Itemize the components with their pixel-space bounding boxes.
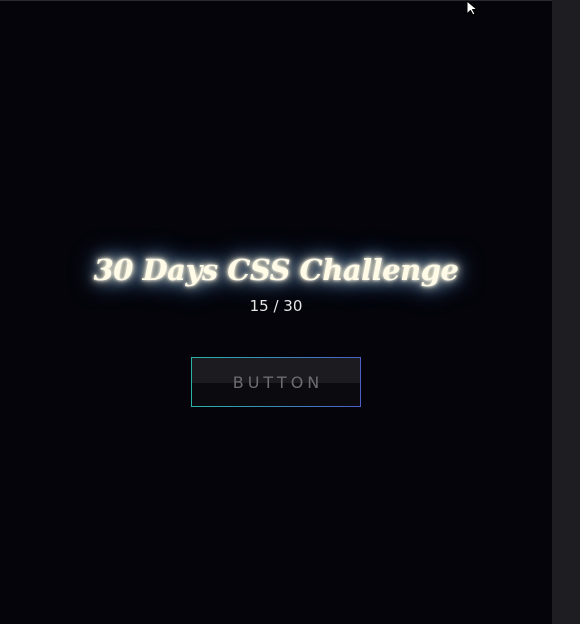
demo-button-label: BUTTON: [232, 372, 324, 392]
preview-viewport: 30 Days CSS Challenge 15 / 30 BUTTON: [0, 0, 552, 624]
scrollbar-gutter[interactable]: [552, 0, 580, 624]
demo-button[interactable]: BUTTON: [191, 357, 361, 407]
mouse-pointer-icon: [466, 0, 478, 16]
challenge-progress: 15 / 30: [249, 297, 303, 315]
page-title: 30 Days CSS Challenge: [93, 253, 459, 287]
